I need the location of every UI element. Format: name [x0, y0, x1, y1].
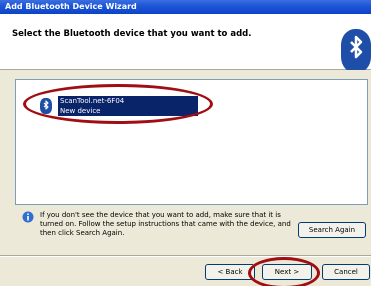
- next-annotation-ellipse: [248, 257, 320, 286]
- wizard-header: Select the Bluetooth device that you wan…: [0, 14, 371, 73]
- bluetooth-icon: [341, 29, 371, 73]
- device-annotation-ellipse: [23, 84, 213, 124]
- window-title: Add Bluetooth Device Wizard: [0, 0, 371, 14]
- info-text: If you don't see the device that you wan…: [40, 211, 291, 237]
- wizard-window: Add Bluetooth Device Wizard Select the B…: [0, 0, 371, 286]
- info-icon: [22, 211, 34, 223]
- cancel-button[interactable]: Cancel: [322, 264, 370, 280]
- page-title: Select the Bluetooth device that you wan…: [12, 29, 252, 39]
- search-again-button[interactable]: Search Again: [298, 222, 366, 238]
- footer-divider: [0, 255, 371, 257]
